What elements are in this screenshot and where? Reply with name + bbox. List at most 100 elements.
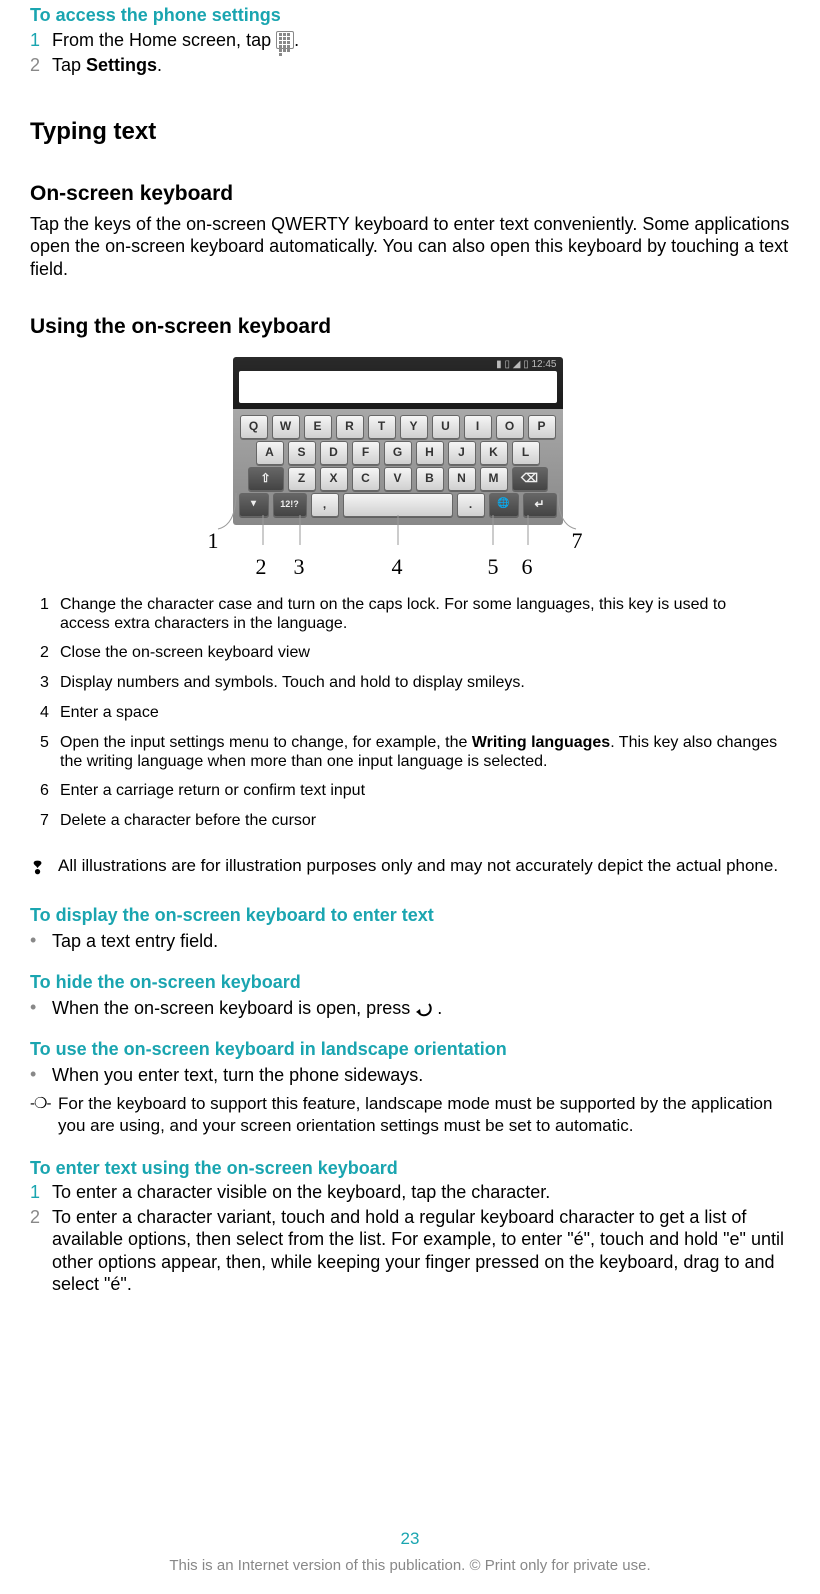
legend-row: 4Enter a space [40,703,780,723]
letter-key: N [448,467,476,491]
letter-key: W [272,415,300,439]
tip-landscape: -❍- For the keyboard to support this fea… [30,1093,790,1137]
keyboard-text-field [239,371,557,403]
keyboard-legend: 1Change the character case and turn on t… [40,595,780,832]
period-key: . [457,493,485,517]
access-step-2: 2 Tap Settings. [30,54,790,77]
legend-row: 3Display numbers and symbols. Touch and … [40,673,780,693]
letter-key: C [352,467,380,491]
letter-key: P [528,415,556,439]
heading-using-osk: Using the on-screen keyboard [30,314,790,340]
step-number: 2 [30,1206,52,1296]
page-footer: 23 This is an Internet version of this p… [0,1528,820,1576]
callout-3: 3 [294,553,305,581]
bullet-text: When the on-screen keyboard is open, pre… [52,997,790,1020]
shift-key: ⇧ [248,467,284,491]
letter-key: G [384,441,412,465]
legend-row: 7Delete a character before the cursor [40,811,780,831]
text-bold: Settings [86,55,157,75]
callout-1: 1 [208,527,219,555]
legend-row: 1Change the character case and turn on t… [40,595,780,633]
legend-row: 5Open the input settings menu to change,… [40,733,780,771]
text-part: Tap [52,55,86,75]
legend-text: Open the input settings menu to change, … [60,733,780,771]
text-part: . [157,55,162,75]
page-number: 23 [0,1528,820,1549]
hide-keyboard-key: ▾ [239,493,269,517]
letter-key: E [304,415,332,439]
text-part: When the on-screen keyboard is open, pre… [52,998,415,1018]
letter-key: F [352,441,380,465]
legend-num: 6 [40,781,60,801]
legend-num: 7 [40,811,60,831]
legend-num: 1 [40,595,60,633]
letter-key: U [432,415,460,439]
back-arrow-icon [415,998,437,1018]
callout-5: 5 [488,553,499,581]
legend-num: 5 [40,733,60,771]
letter-key: R [336,415,364,439]
letter-key: A [256,441,284,465]
legend-num: 4 [40,703,60,723]
bullet-text: Tap a text entry field. [52,930,790,953]
step-text: To enter a character visible on the keyb… [52,1181,790,1204]
letter-key: T [368,415,396,439]
bullet-dot: • [30,1064,52,1087]
illustration-note: ❢ All illustrations are for illustration… [30,855,790,880]
bullet-item: • When the on-screen keyboard is open, p… [30,997,790,1020]
text-part: . [437,998,442,1018]
lightbulb-tip-icon: -❍- [30,1093,58,1137]
letter-key: D [320,441,348,465]
bullet-dot: • [30,997,52,1020]
letter-key: Z [288,467,316,491]
access-step-1: 1 From the Home screen, tap . [30,29,790,53]
legend-text: Close the on-screen keyboard view [60,643,780,663]
keyboard-illustration: ▮ ▯ ◢ ▯ 12:45 QWERTYUIOP ASDFGHJKL ⇧ ZXC… [233,357,563,525]
legend-text: Change the character case and turn on th… [60,595,780,633]
task-title-landscape: To use the on-screen keyboard in landsca… [30,1038,790,1061]
letter-key: O [496,415,524,439]
callout-7: 7 [572,527,583,555]
legend-row: 6Enter a carriage return or confirm text… [40,781,780,801]
letter-key: B [416,467,444,491]
bullet-item: • Tap a text entry field. [30,930,790,953]
comma-key: , [311,493,339,517]
letter-key: V [384,467,412,491]
step-number: 1 [30,29,52,53]
task-title-access: To access the phone settings [30,4,790,27]
status-bar: ▮ ▯ ◢ ▯ 12:45 [496,359,556,372]
heading-on-screen-keyboard: On-screen keyboard [30,181,790,207]
backspace-key: ⌫ [512,467,548,491]
letter-key: X [320,467,348,491]
callout-4: 4 [392,553,403,581]
letter-key: L [512,441,540,465]
legend-text: Display numbers and symbols. Touch and h… [60,673,780,693]
info-icon: ❢ [30,855,58,880]
legend-num: 3 [40,673,60,693]
letter-key: Q [240,415,268,439]
letter-key: M [480,467,508,491]
letter-key: S [288,441,316,465]
heading-typing-text: Typing text [30,117,790,147]
apps-grid-icon [276,30,294,53]
legend-text: Enter a carriage return or confirm text … [60,781,780,801]
text-part: From the Home screen, tap [52,30,276,50]
footer-copyright: This is an Internet version of this publ… [0,1557,820,1576]
symbols-key: 12!? [273,493,307,517]
tip-text: For the keyboard to support this feature… [58,1093,790,1137]
letter-key: Y [400,415,428,439]
space-key [343,493,453,517]
letter-key: I [464,415,492,439]
bullet-text: When you enter text, turn the phone side… [52,1064,790,1087]
callout-2: 2 [256,553,267,581]
enter-step-2: 2 To enter a character variant, touch an… [30,1206,790,1296]
letter-key: J [448,441,476,465]
task-title-enter-text: To enter text using the on-screen keyboa… [30,1157,790,1180]
legend-text: Delete a character before the cursor [60,811,780,831]
letter-key: K [480,441,508,465]
note-text: All illustrations are for illustration p… [58,855,790,880]
legend-num: 2 [40,643,60,663]
step-number: 2 [30,54,52,77]
step-number: 1 [30,1181,52,1204]
step-text: To enter a character variant, touch and … [52,1206,790,1296]
